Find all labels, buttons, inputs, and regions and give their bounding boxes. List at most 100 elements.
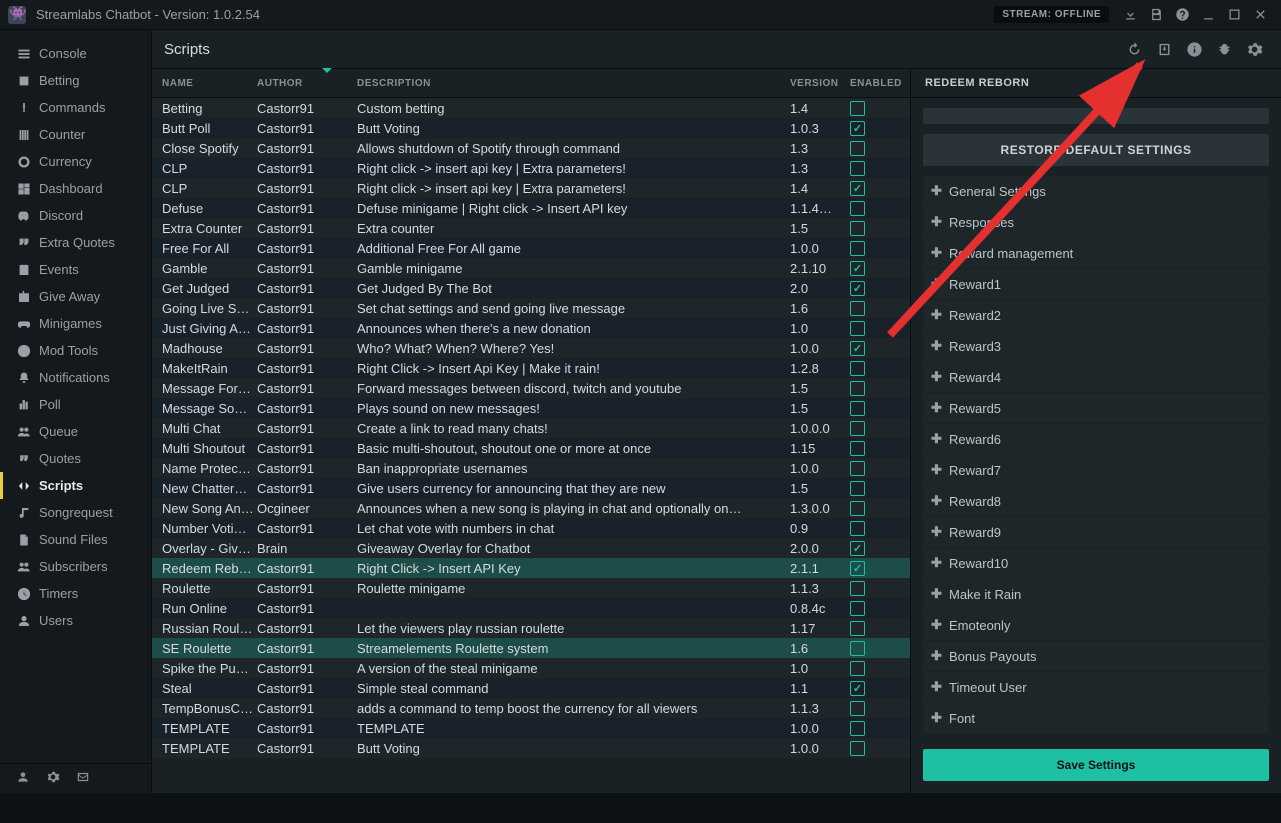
- sidebar-item-console[interactable]: Console: [0, 40, 151, 67]
- col-author[interactable]: AUTHOR: [257, 78, 357, 89]
- col-description[interactable]: DESCRIPTION: [357, 78, 790, 89]
- table-row[interactable]: New Chatter…Castorr91Give users currency…: [152, 478, 910, 498]
- table-row[interactable]: CLPCastorr91Right click -> insert api ke…: [152, 178, 910, 198]
- enabled-checkbox[interactable]: [850, 221, 865, 236]
- sidebar-item-minigames[interactable]: Minigames: [0, 310, 151, 337]
- enabled-checkbox[interactable]: [850, 421, 865, 436]
- enabled-checkbox[interactable]: [850, 361, 865, 376]
- gear-icon[interactable]: [46, 770, 60, 787]
- table-header[interactable]: NAME AUTHOR DESCRIPTION VERSION ENABLED: [152, 68, 910, 98]
- table-row[interactable]: RouletteCastorr91Roulette minigame1.1.3: [152, 578, 910, 598]
- sidebar-item-mod-tools[interactable]: Mod Tools: [0, 337, 151, 364]
- reload-icon[interactable]: [1119, 34, 1149, 64]
- enabled-checkbox[interactable]: [850, 241, 865, 256]
- sidebar-item-discord[interactable]: Discord: [0, 202, 151, 229]
- config-section-make-it-rain[interactable]: ✚Make it Rain: [923, 579, 1269, 609]
- sidebar-item-currency[interactable]: Currency: [0, 148, 151, 175]
- enabled-checkbox[interactable]: [850, 121, 865, 136]
- sidebar-item-queue[interactable]: Queue: [0, 418, 151, 445]
- sidebar-item-users[interactable]: Users: [0, 607, 151, 634]
- table-row[interactable]: GambleCastorr91Gamble minigame2.1.10: [152, 258, 910, 278]
- info-icon[interactable]: [1179, 34, 1209, 64]
- enabled-checkbox[interactable]: [850, 101, 865, 116]
- config-section-reward8[interactable]: ✚Reward8: [923, 486, 1269, 516]
- close-icon[interactable]: [1247, 2, 1273, 28]
- enabled-checkbox[interactable]: [850, 541, 865, 556]
- table-row[interactable]: DefuseCastorr91Defuse minigame | Right c…: [152, 198, 910, 218]
- enabled-checkbox[interactable]: [850, 281, 865, 296]
- table-row[interactable]: Overlay - Give…BrainGiveaway Overlay for…: [152, 538, 910, 558]
- sidebar-item-notifications[interactable]: Notifications: [0, 364, 151, 391]
- table-row[interactable]: Just Giving A…Castorr91Announces when th…: [152, 318, 910, 338]
- config-section-reward2[interactable]: ✚Reward2: [923, 300, 1269, 330]
- table-row[interactable]: Russian Roul…Castorr91Let the viewers pl…: [152, 618, 910, 638]
- enabled-checkbox[interactable]: [850, 381, 865, 396]
- enabled-checkbox[interactable]: [850, 321, 865, 336]
- sidebar-item-scripts[interactable]: Scripts: [0, 472, 151, 499]
- table-row[interactable]: CLPCastorr91Right click -> insert api ke…: [152, 158, 910, 178]
- table-row[interactable]: Number Voti…Castorr91Let chat vote with …: [152, 518, 910, 538]
- config-search-input[interactable]: [923, 108, 1269, 124]
- config-section-timeout-user[interactable]: ✚Timeout User: [923, 672, 1269, 702]
- bug-icon[interactable]: [1209, 34, 1239, 64]
- enabled-checkbox[interactable]: [850, 341, 865, 356]
- config-section-bonus-payouts[interactable]: ✚Bonus Payouts: [923, 641, 1269, 671]
- enabled-checkbox[interactable]: [850, 701, 865, 716]
- sidebar-item-extra-quotes[interactable]: Extra Quotes: [0, 229, 151, 256]
- config-section-general-settings[interactable]: ✚General Settings: [923, 176, 1269, 206]
- table-row[interactable]: Close SpotifyCastorr91Allows shutdown of…: [152, 138, 910, 158]
- col-name[interactable]: NAME: [152, 78, 257, 89]
- table-row[interactable]: Run OnlineCastorr910.8.4c: [152, 598, 910, 618]
- table-row[interactable]: Redeem Reb…Castorr91Right Click -> Inser…: [152, 558, 910, 578]
- download-icon[interactable]: [1117, 2, 1143, 28]
- enabled-checkbox[interactable]: [850, 601, 865, 616]
- table-row[interactable]: Butt PollCastorr91Butt Voting1.0.3: [152, 118, 910, 138]
- sidebar-item-songrequest[interactable]: Songrequest: [0, 499, 151, 526]
- table-row[interactable]: Multi ChatCastorr91Create a link to read…: [152, 418, 910, 438]
- col-version[interactable]: VERSION: [790, 78, 850, 89]
- table-row[interactable]: Message For…Castorr91Forward messages be…: [152, 378, 910, 398]
- enabled-checkbox[interactable]: [850, 641, 865, 656]
- table-row[interactable]: Name Protec…Castorr91Ban inappropriate u…: [152, 458, 910, 478]
- config-section-reward7[interactable]: ✚Reward7: [923, 455, 1269, 485]
- import-icon[interactable]: [1149, 34, 1179, 64]
- enabled-checkbox[interactable]: [850, 201, 865, 216]
- minimize-icon[interactable]: [1195, 2, 1221, 28]
- user-icon[interactable]: [16, 770, 30, 787]
- table-row[interactable]: SE RouletteCastorr91Streamelements Roule…: [152, 638, 910, 658]
- enabled-checkbox[interactable]: [850, 661, 865, 676]
- enabled-checkbox[interactable]: [850, 301, 865, 316]
- save-settings-button[interactable]: Save Settings: [923, 749, 1269, 781]
- enabled-checkbox[interactable]: [850, 461, 865, 476]
- save-icon[interactable]: [1143, 2, 1169, 28]
- enabled-checkbox[interactable]: [850, 681, 865, 696]
- table-row[interactable]: Spike the Pu…Castorr91A version of the s…: [152, 658, 910, 678]
- enabled-checkbox[interactable]: [850, 501, 865, 516]
- table-row[interactable]: Message So…Castorr91Plays sound on new m…: [152, 398, 910, 418]
- config-section-reward3[interactable]: ✚Reward3: [923, 331, 1269, 361]
- enabled-checkbox[interactable]: [850, 261, 865, 276]
- help-icon[interactable]: [1169, 2, 1195, 28]
- sidebar-item-subscribers[interactable]: Subscribers: [0, 553, 151, 580]
- table-row[interactable]: Going Live S…Castorr91Set chat settings …: [152, 298, 910, 318]
- config-section-reward10[interactable]: ✚Reward10: [923, 548, 1269, 578]
- enabled-checkbox[interactable]: [850, 741, 865, 756]
- table-row[interactable]: Multi ShoutoutCastorr91Basic multi-shout…: [152, 438, 910, 458]
- table-row[interactable]: StealCastorr91Simple steal command1.1: [152, 678, 910, 698]
- enabled-checkbox[interactable]: [850, 721, 865, 736]
- table-row[interactable]: BettingCastorr91Custom betting1.4: [152, 98, 910, 118]
- table-row[interactable]: Free For AllCastorr91Additional Free For…: [152, 238, 910, 258]
- table-row[interactable]: TEMPLATECastorr91TEMPLATE1.0.0: [152, 718, 910, 738]
- config-section-reward5[interactable]: ✚Reward5: [923, 393, 1269, 423]
- table-row[interactable]: New Song An…OcgineerAnnounces when a new…: [152, 498, 910, 518]
- sidebar-item-counter[interactable]: Counter: [0, 121, 151, 148]
- enabled-checkbox[interactable]: [850, 521, 865, 536]
- table-row[interactable]: TempBonusC…Castorr91adds a command to te…: [152, 698, 910, 718]
- sidebar-item-commands[interactable]: Commands: [0, 94, 151, 121]
- config-section-reward4[interactable]: ✚Reward4: [923, 362, 1269, 392]
- maximize-icon[interactable]: [1221, 2, 1247, 28]
- sidebar-item-timers[interactable]: Timers: [0, 580, 151, 607]
- restore-defaults-button[interactable]: RESTORE DEFAULT SETTINGS: [923, 134, 1269, 166]
- mail-icon[interactable]: [76, 770, 90, 787]
- sidebar-item-give-away[interactable]: Give Away: [0, 283, 151, 310]
